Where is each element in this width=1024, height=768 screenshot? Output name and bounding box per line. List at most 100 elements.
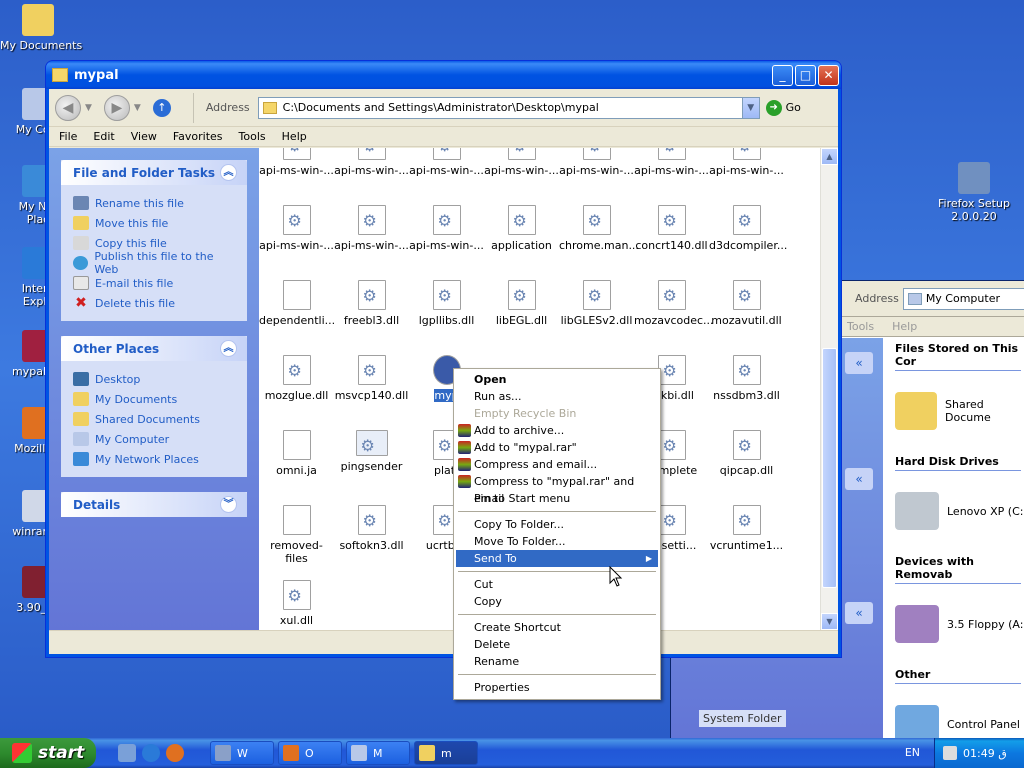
place-my-computer[interactable]: My Computer [73,429,235,449]
language-indicator[interactable]: EN [905,746,920,759]
bg-menu-tools[interactable]: Tools [847,320,874,333]
menu-item-run-as[interactable]: Run as... [456,388,658,405]
context-menu[interactable]: Open Run as... Empty Recycle Bin Add to arc… [453,368,661,700]
vertical-scrollbar[interactable]: ▲ ▼ [820,148,838,630]
menu-item-copy[interactable]: Copy [456,593,658,610]
mypal-explorer-window[interactable]: mypal _ □ ✕ ◀ ▼ ▶ ▼ ↑ Address C:\Documen… [45,60,842,658]
file-item[interactable]: api-ms-win-... [409,148,484,177]
file-item[interactable]: api-ms-win-... [634,148,709,177]
menu-edit[interactable]: Edit [93,130,114,143]
menu-help[interactable]: Help [282,130,307,143]
file-item[interactable]: libGLESv2.dll [559,280,634,327]
collapse-chevron-icon[interactable]: ︽ [220,340,237,357]
start-button[interactable]: start [0,738,96,768]
internet-explorer-icon[interactable] [142,744,160,762]
file-item[interactable]: xul.dll [259,580,334,627]
shared-documents-item[interactable]: Shared Docume [895,371,1024,451]
file-item[interactable]: api-ms-win-... [559,148,634,177]
file-item[interactable]: softokn3.dll [334,505,409,552]
file-item[interactable]: lgpllibs.dll [409,280,484,327]
file-item[interactable]: api-ms-win-... [409,205,484,252]
menu-item-compress-and-email[interactable]: Compress and email... [456,456,658,473]
bg-collapse-chevron-icon[interactable]: « [845,352,873,374]
back-dropdown-icon[interactable]: ▼ [85,103,92,113]
file-item[interactable]: nssdbm3.dll [709,355,784,402]
back-button[interactable]: ◀ [55,94,81,121]
menu-item-delete[interactable]: Delete [456,636,658,653]
file-item[interactable]: concrt140.dll [634,205,709,252]
menu-item-create-shortcut[interactable]: Create Shortcut [456,619,658,636]
taskbar-task-mypal[interactable]: m [414,741,478,765]
speaker-icon[interactable] [943,746,957,760]
bg-address-field[interactable]: My Computer [902,287,1024,310]
file-item[interactable]: omni.ja [259,430,334,477]
file-item[interactable]: api-ms-win-... [259,148,334,177]
taskbar-task-w[interactable]: W [210,741,274,765]
file-item[interactable]: freebl3.dll [334,280,409,327]
bg-collapse-chevron-icon[interactable]: « [845,602,873,624]
taskbar-task-m[interactable]: M [346,741,410,765]
up-folder-button[interactable]: ↑ [152,98,171,117]
place-shared-documents[interactable]: Shared Documents [73,409,235,429]
file-item[interactable]: api-ms-win-... [334,205,409,252]
menu-item-pin-to-start-menu[interactable]: Pin to Start menu [456,490,658,507]
hard-disk-item[interactable]: Lenovo XP (C:) [895,471,1024,551]
file-item[interactable]: api-ms-win-... [709,148,784,177]
collapse-chevron-icon[interactable]: ︽ [220,164,237,181]
file-item[interactable]: pingsender [334,430,409,473]
file-item[interactable]: libEGL.dll [484,280,559,327]
task-rename[interactable]: Rename this file [73,193,235,213]
file-item[interactable]: msvcp140.dll [334,355,409,402]
menu-file[interactable]: File [59,130,77,143]
place-my-documents[interactable]: My Documents [73,389,235,409]
file-item[interactable]: api-ms-win-... [259,205,334,252]
menu-item-open[interactable]: Open [456,371,658,388]
menu-item-send-to[interactable]: Send To ▶ [456,550,658,567]
scroll-up-icon[interactable]: ▲ [821,148,838,165]
file-item[interactable]: d3dcompiler... [709,205,787,252]
task-email[interactable]: E-mail this file [73,273,235,293]
go-button[interactable]: ➜ Go [765,99,801,116]
desktop-icon-firefox-setup[interactable]: Firefox Setup 2.0.0.20 [936,162,1012,223]
file-item[interactable]: mozavutil.dll [709,280,784,327]
menu-view[interactable]: View [131,130,157,143]
menu-item-compress-to-mypal-rar-and-email[interactable]: Compress to "mypal.rar" and email [456,473,658,505]
menu-item-move-to-folder[interactable]: Move To Folder... [456,533,658,550]
bg-collapse-chevron-icon[interactable]: « [845,468,873,490]
forward-button[interactable]: ▶ [103,94,130,121]
task-move[interactable]: Move this file [73,213,235,233]
file-item[interactable]: qipcap.dll [709,430,784,477]
file-item[interactable]: mozavcodec... [634,280,714,327]
file-item[interactable]: vcruntime1... [709,505,784,552]
menu-item-cut[interactable]: Cut [456,576,658,593]
menu-item-properties[interactable]: Properties [456,679,658,696]
close-button[interactable]: ✕ [818,65,839,86]
desktop-icon-my-documents[interactable]: My Documents [0,4,82,52]
menu-item-add-to-mypal-rar[interactable]: Add to "mypal.rar" [456,439,658,456]
file-item[interactable]: chrome.man... [559,205,639,252]
menu-tools[interactable]: Tools [239,130,266,143]
address-field[interactable]: C:\Documents and Settings\Administrator\… [257,96,760,119]
clock[interactable]: 01:49 ق [963,747,1007,760]
panel-header[interactable]: Other Places ︽ [61,336,247,361]
file-item[interactable]: api-ms-win-... [334,148,409,177]
scroll-down-icon[interactable]: ▼ [821,613,838,630]
bg-menu-help[interactable]: Help [892,320,917,333]
firefox-icon[interactable] [166,744,184,762]
place-desktop[interactable]: Desktop [73,369,235,389]
menu-item-copy-to-folder[interactable]: Copy To Folder... [456,516,658,533]
title-bar[interactable]: mypal [46,61,841,89]
task-publish[interactable]: Publish this file to the Web [73,250,235,276]
menu-item-rename[interactable]: Rename [456,653,658,670]
menu-favorites[interactable]: Favorites [173,130,223,143]
show-desktop-icon[interactable] [118,744,136,762]
expand-chevron-icon[interactable]: ︾ [220,496,237,513]
forward-dropdown-icon[interactable]: ▼ [134,103,141,113]
file-item[interactable]: mozglue.dll [259,355,334,402]
task-delete[interactable]: ✖ Delete this file [73,293,235,313]
panel-header[interactable]: Details ︾ [61,492,247,517]
file-item[interactable]: dependentli... [259,280,335,327]
minimize-button[interactable]: _ [772,65,793,86]
taskbar-task-o[interactable]: O [278,741,342,765]
file-item[interactable]: application [484,205,559,252]
